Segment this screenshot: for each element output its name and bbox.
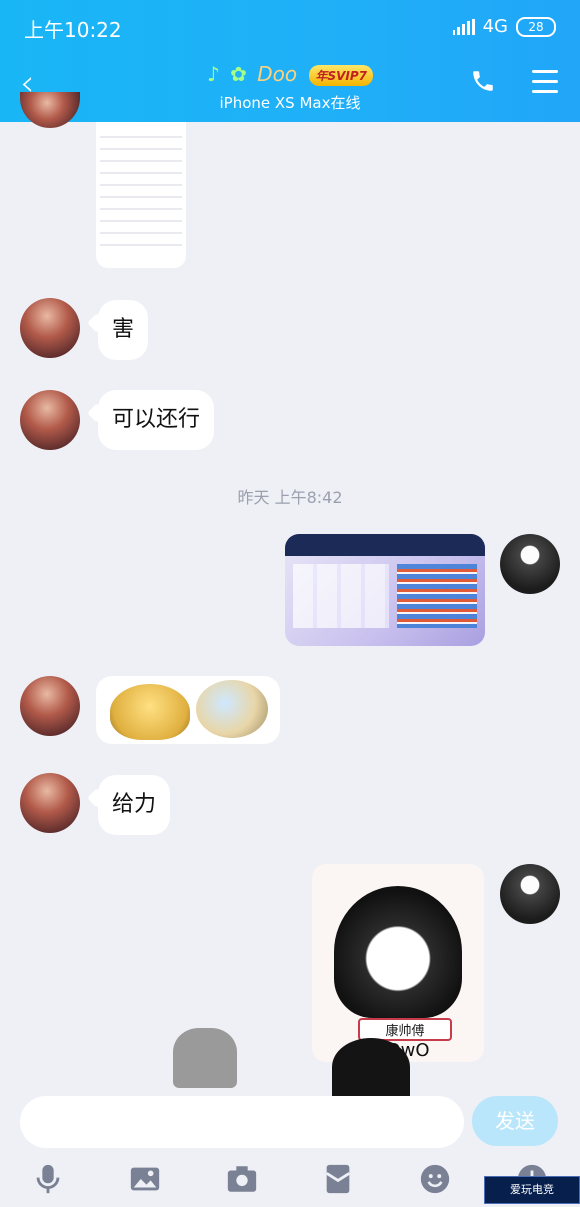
message-bubble[interactable]: 给力: [98, 775, 171, 835]
mic-icon[interactable]: [30, 1161, 66, 1197]
contact-avatar[interactable]: [20, 676, 80, 736]
dumpling-sticker-icon: [110, 684, 190, 740]
contact-name: Doo: [257, 62, 298, 86]
dumpling-sticker-icon: [196, 680, 268, 738]
send-button[interactable]: 发送: [472, 1096, 558, 1146]
status-indicators: 4G 28: [452, 16, 556, 37]
emoji-icon[interactable]: [417, 1161, 453, 1197]
sprout-icon: ✿: [230, 62, 247, 86]
camera-icon[interactable]: [224, 1161, 260, 1197]
image-message[interactable]: [96, 122, 186, 268]
contact-avatar[interactable]: [20, 298, 80, 358]
image-icon[interactable]: [127, 1161, 163, 1197]
status-time: 上午10:22: [24, 18, 122, 42]
image-message[interactable]: [285, 534, 485, 646]
signal-icon: [452, 18, 475, 35]
message-bubble[interactable]: 害: [98, 300, 149, 360]
svip-badge: 年SVIP7: [309, 65, 374, 86]
menu-icon[interactable]: [532, 70, 558, 100]
message-input[interactable]: [20, 1096, 464, 1148]
ear-icon: ♪: [206, 62, 220, 86]
anime-girl-sticker-icon: [334, 886, 462, 1018]
red-packet-icon[interactable]: [320, 1161, 356, 1197]
contact-avatar[interactable]: [20, 92, 80, 128]
site-watermark-logo: 爱玩电竞: [484, 1176, 580, 1204]
my-avatar[interactable]: [500, 864, 560, 924]
contact-avatar[interactable]: [20, 773, 80, 833]
network-label: 4G: [482, 16, 508, 37]
sticker-message[interactable]: [96, 676, 280, 744]
message-bubble[interactable]: 可以还行: [98, 390, 215, 450]
my-avatar[interactable]: [500, 534, 560, 594]
sticker-message[interactable]: 康帅傅 OwO: [312, 864, 484, 1062]
battery-icon: 28: [516, 16, 556, 37]
time-separator: 昨天 上午8:42: [237, 488, 343, 507]
phone-icon[interactable]: [470, 68, 496, 98]
contact-avatar[interactable]: [20, 390, 80, 450]
chat-header: 上午10:22 4G 28 ‹ ♪ ✿ Doo 年SVIP7 iPhone XS…: [0, 0, 580, 122]
peeking-character-icon: [170, 1028, 240, 1098]
peeking-character-icon: [332, 1038, 410, 1096]
